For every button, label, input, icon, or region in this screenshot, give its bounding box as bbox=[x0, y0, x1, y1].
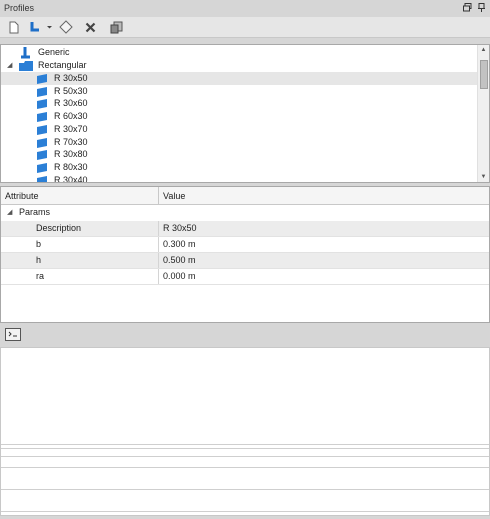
group-row-params[interactable]: ◢ Params bbox=[1, 205, 489, 220]
divider bbox=[1, 511, 489, 512]
panel-title: Profiles bbox=[4, 3, 35, 13]
group-label: Params bbox=[19, 207, 51, 217]
rectangle-profile-icon bbox=[37, 175, 49, 182]
collapse-icon[interactable]: ◢ bbox=[7, 205, 12, 220]
tree-item-label: Rectangular bbox=[38, 60, 87, 70]
tree-item-label: R 80x30 bbox=[54, 161, 88, 172]
tree-item-generic[interactable]: Generic bbox=[1, 46, 477, 59]
pin-icon[interactable] bbox=[477, 3, 487, 13]
tree-item-label: R 30x40 bbox=[54, 174, 88, 183]
folder-icon bbox=[19, 61, 33, 71]
console-icon[interactable] bbox=[5, 328, 21, 341]
properties-header: Attribute Value bbox=[1, 187, 489, 205]
properties-grid: Attribute Value ◢ Params Description R 30… bbox=[0, 186, 490, 323]
tree-item-profile[interactable]: R 30x60 bbox=[1, 97, 477, 110]
copy-icon[interactable] bbox=[108, 19, 124, 35]
divider bbox=[1, 448, 489, 449]
column-header-value[interactable]: Value bbox=[163, 191, 185, 201]
tree-item-profile[interactable]: R 30x50 bbox=[1, 72, 477, 85]
property-value[interactable]: 0.500 m bbox=[163, 253, 196, 268]
tree-item-label: R 30x80 bbox=[54, 149, 88, 160]
tree-item-profile[interactable]: R 50x30 bbox=[1, 85, 477, 98]
property-row[interactable]: b 0.300 m bbox=[1, 237, 489, 253]
property-value[interactable]: 0.000 m bbox=[163, 269, 196, 284]
tree-item-profile[interactable]: R 80x30 bbox=[1, 161, 477, 174]
divider bbox=[1, 444, 489, 445]
tree-item-label: R 30x50 bbox=[54, 73, 88, 83]
rectangle-profile-icon bbox=[37, 137, 49, 148]
property-value[interactable]: R 30x50 bbox=[163, 221, 197, 236]
rectangle-profile-icon bbox=[37, 150, 49, 161]
tree-item-profile[interactable]: R 70x30 bbox=[1, 136, 477, 149]
console-output[interactable] bbox=[0, 347, 490, 516]
scroll-up-icon[interactable]: ▲ bbox=[478, 45, 489, 55]
scroll-down-icon[interactable]: ▼ bbox=[478, 172, 489, 182]
rectangle-profile-icon bbox=[37, 124, 49, 135]
tag-icon[interactable] bbox=[58, 19, 74, 35]
property-value[interactable]: 0.300 m bbox=[163, 237, 196, 252]
profile-type-dropdown[interactable] bbox=[27, 19, 55, 35]
column-separator bbox=[158, 253, 159, 268]
restore-icon[interactable] bbox=[463, 3, 473, 13]
divider bbox=[1, 456, 489, 457]
tree-item-profile[interactable]: R 30x70 bbox=[1, 123, 477, 136]
console-toolbar bbox=[0, 323, 490, 347]
property-attribute: Description bbox=[36, 223, 82, 233]
rectangle-profile-icon bbox=[37, 74, 49, 84]
column-separator bbox=[158, 221, 159, 236]
divider bbox=[1, 467, 489, 468]
property-row[interactable]: h 0.500 m bbox=[1, 253, 489, 269]
rectangle-profile-icon bbox=[37, 99, 49, 110]
rectangle-profile-icon bbox=[37, 86, 49, 97]
scrollbar-thumb[interactable] bbox=[480, 60, 488, 89]
delete-icon[interactable] bbox=[83, 19, 97, 35]
divider bbox=[1, 489, 489, 490]
profiles-toolbar bbox=[0, 17, 490, 38]
property-attribute: b bbox=[36, 239, 42, 249]
property-attribute: ra bbox=[36, 271, 45, 281]
column-separator bbox=[158, 269, 159, 284]
tree-item-label: Generic bbox=[38, 47, 70, 57]
new-icon[interactable] bbox=[7, 19, 21, 35]
profiles-tree: Generic ◢ Rectangular R 30x50 R 50x30 R 30… bbox=[0, 44, 490, 183]
column-separator bbox=[158, 187, 159, 204]
tree-item-profile[interactable]: R 30x40 bbox=[1, 174, 477, 183]
collapse-icon[interactable]: ◢ bbox=[7, 59, 12, 72]
generic-profile-icon bbox=[19, 47, 31, 59]
property-row[interactable]: Description R 30x50 bbox=[1, 221, 489, 237]
tree-item-label: R 70x30 bbox=[54, 136, 88, 147]
panel-titlebar: Profiles bbox=[0, 0, 490, 17]
column-separator bbox=[158, 237, 159, 252]
tree-scrollbar[interactable]: ▲ ▼ bbox=[477, 45, 489, 182]
tree-item-label: R 60x30 bbox=[54, 111, 88, 122]
property-attribute: h bbox=[36, 255, 42, 265]
tree-item-label: R 30x70 bbox=[54, 123, 88, 134]
tree-item-label: R 30x60 bbox=[54, 98, 88, 109]
rectangle-profile-icon bbox=[37, 112, 49, 123]
tree-item-label: R 50x30 bbox=[54, 85, 88, 96]
tree-item-profile[interactable]: R 30x80 bbox=[1, 148, 477, 161]
tree-item-rectangular[interactable]: ◢ Rectangular bbox=[1, 59, 477, 72]
column-header-attribute[interactable]: Attribute bbox=[5, 191, 39, 201]
property-row[interactable]: ra 0.000 m bbox=[1, 269, 489, 285]
tree-item-profile[interactable]: R 60x30 bbox=[1, 110, 477, 123]
rectangle-profile-icon bbox=[37, 162, 49, 173]
